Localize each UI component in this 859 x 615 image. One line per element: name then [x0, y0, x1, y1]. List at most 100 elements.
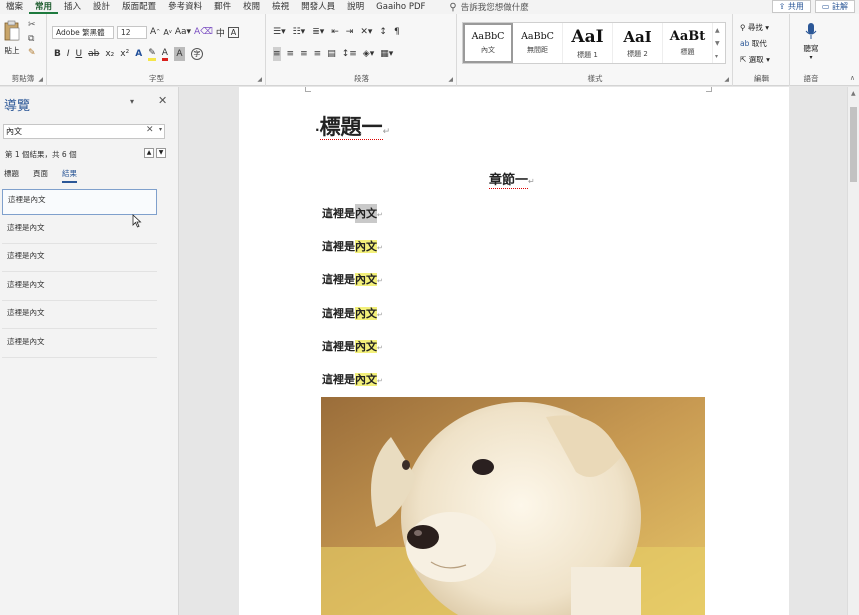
menu-tab[interactable]: 檔案: [0, 0, 29, 14]
text-effects-icon[interactable]: A: [135, 47, 142, 61]
search-result-item[interactable]: 這裡是內文: [2, 303, 157, 329]
menu-tab[interactable]: Gaaiho PDF: [370, 0, 431, 14]
nav-search-input[interactable]: 內文: [3, 124, 165, 139]
align-center-icon[interactable]: ≡: [287, 47, 295, 61]
change-case-icon[interactable]: Aa▾: [175, 25, 191, 39]
font-launcher-icon[interactable]: ◢: [257, 76, 262, 83]
style-tile[interactable]: AaBbC 內文: [463, 23, 513, 63]
asian-layout-icon[interactable]: ✕▾: [360, 25, 372, 39]
cut-icon[interactable]: ✂: [28, 20, 36, 30]
menu-tab[interactable]: 郵件: [208, 0, 237, 14]
superscript-button[interactable]: x²: [120, 47, 129, 61]
document-heading[interactable]: ·標題一↵: [315, 111, 390, 141]
shrink-font-icon[interactable]: Av: [163, 25, 171, 39]
search-result-item[interactable]: 這裡是內文: [2, 275, 157, 301]
style-tile[interactable]: AaBbC 無間距: [513, 23, 563, 63]
scrollbar-thumb[interactable]: [850, 107, 857, 182]
dictate-dropdown-icon[interactable]: ▾: [799, 54, 823, 61]
document-page[interactable]: ·標題一↵ 章節一↵ 這裡是內文↵ 這裡是內文↵ 這裡是內文↵ 這裡是內文↵ 這裡是內文…: [239, 87, 789, 615]
enclose-characters-icon[interactable]: 字: [190, 48, 203, 60]
clipboard-launcher-icon[interactable]: ◢: [38, 76, 43, 83]
menu-tab[interactable]: 版面配置: [116, 0, 162, 14]
styles-group-label: 樣式: [587, 74, 603, 83]
next-result-button[interactable]: ▼: [156, 148, 166, 158]
dictate-button[interactable]: 聽寫 ▾: [799, 22, 823, 61]
style-tile[interactable]: AaI 標題 2: [613, 23, 663, 63]
menu-tab[interactable]: 開發人員: [295, 0, 341, 14]
nav-tab[interactable]: 結果: [62, 168, 77, 183]
menu-tab[interactable]: 設計: [87, 0, 116, 14]
distributed-icon[interactable]: ▤: [327, 47, 336, 61]
bold-button[interactable]: B: [54, 47, 61, 61]
font-size-select[interactable]: 12: [117, 25, 147, 39]
scroll-up-icon[interactable]: ▲: [851, 90, 856, 97]
document-paragraph[interactable]: 這裡是內文↵: [322, 371, 383, 387]
search-result-item[interactable]: 這裡是內文: [2, 332, 157, 358]
line-spacing-icon[interactable]: ↕≡: [342, 47, 357, 61]
style-tile[interactable]: AaI 標題 1: [563, 23, 613, 63]
align-left-icon[interactable]: ≡: [273, 47, 281, 61]
collapse-ribbon-icon[interactable]: ∧: [850, 74, 855, 82]
clear-search-icon[interactable]: ✕: [146, 125, 154, 135]
menu-tab[interactable]: 插入: [58, 0, 87, 14]
vertical-scrollbar[interactable]: ▲: [847, 87, 859, 615]
nav-options-icon[interactable]: ▾: [130, 97, 134, 106]
search-result-item[interactable]: 這裡是內文: [2, 189, 157, 215]
underline-button[interactable]: U: [76, 47, 83, 61]
previous-result-button[interactable]: ▲: [144, 148, 154, 158]
strikethrough-button[interactable]: ab: [88, 47, 99, 61]
document-subheading[interactable]: 章節一↵: [489, 169, 535, 189]
tell-me-search[interactable]: ⚲ 告訴我您想做什麼: [431, 1, 528, 14]
bullets-icon[interactable]: ☰▾: [273, 25, 286, 39]
puppy-image[interactable]: [321, 397, 705, 615]
highlight-color-icon[interactable]: ✎: [148, 47, 156, 61]
font-color-icon[interactable]: A: [161, 47, 168, 61]
nav-tab[interactable]: 頁面: [33, 168, 48, 183]
document-paragraph[interactable]: 這裡是內文↵: [322, 204, 383, 223]
subscript-button[interactable]: x₂: [105, 47, 114, 61]
clear-formatting-icon[interactable]: A⌫: [194, 25, 213, 39]
document-paragraph[interactable]: 這裡是內文↵: [322, 238, 383, 254]
find-button[interactable]: ⚲ 尋找 ▾: [740, 22, 769, 33]
character-border-icon[interactable]: A: [227, 26, 239, 38]
menu-tab[interactable]: 檢視: [266, 0, 295, 14]
document-paragraph[interactable]: 這裡是內文↵: [322, 271, 383, 287]
share-button[interactable]: ⇪ 共用: [771, 0, 811, 13]
menu-tab[interactable]: 說明: [341, 0, 370, 14]
sort-icon[interactable]: ↕: [379, 25, 387, 39]
search-result-item[interactable]: 這裡是內文: [2, 246, 157, 272]
decrease-indent-icon[interactable]: ⇤: [331, 25, 339, 39]
numbering-icon[interactable]: ☷▾: [293, 25, 306, 39]
format-painter-icon[interactable]: ✎: [28, 48, 36, 58]
increase-indent-icon[interactable]: ⇥: [346, 25, 354, 39]
menu-tab[interactable]: 常用: [29, 0, 59, 14]
font-name-select[interactable]: Adobe 繁黑體: [52, 25, 114, 39]
style-tile[interactable]: AaBt 標題: [663, 23, 713, 63]
menu-tab[interactable]: 校閱: [237, 0, 266, 14]
search-options-icon[interactable]: ▾: [159, 126, 162, 133]
borders-icon[interactable]: ▦▾: [380, 47, 393, 61]
nav-tab[interactable]: 標題: [4, 168, 19, 183]
styles-launcher-icon[interactable]: ◢: [724, 76, 729, 83]
grow-font-icon[interactable]: A ^: [150, 25, 160, 39]
menu-tab[interactable]: 參考資料: [162, 0, 208, 14]
paragraph-launcher-icon[interactable]: ◢: [448, 76, 453, 83]
align-right-icon[interactable]: ≡: [300, 47, 308, 61]
comments-button[interactable]: ▭ 註解: [814, 0, 855, 13]
phonetic-guide-icon[interactable]: 中: [216, 25, 225, 39]
document-paragraph[interactable]: 這裡是內文↵: [322, 305, 383, 321]
multilevel-list-icon[interactable]: ≣▾: [312, 25, 324, 39]
close-icon[interactable]: ✕: [158, 94, 167, 107]
comments-label: 註解: [832, 2, 848, 11]
document-paragraph[interactable]: 這裡是內文↵: [322, 338, 383, 354]
italic-button[interactable]: I: [67, 47, 70, 61]
paste-button[interactable]: 貼上: [2, 20, 22, 56]
replace-button[interactable]: ab 取代: [740, 38, 767, 49]
styles-scroll-arrows[interactable]: ▲ ▼ ▾: [715, 24, 720, 63]
character-shading-icon[interactable]: A: [173, 47, 185, 61]
justify-icon[interactable]: ≡: [314, 47, 322, 61]
copy-icon[interactable]: ⧉: [28, 34, 34, 44]
select-button[interactable]: ⇱ 選取 ▾: [740, 54, 770, 65]
show-marks-icon[interactable]: ¶: [394, 25, 400, 39]
shading-icon[interactable]: ◈▾: [363, 47, 374, 61]
